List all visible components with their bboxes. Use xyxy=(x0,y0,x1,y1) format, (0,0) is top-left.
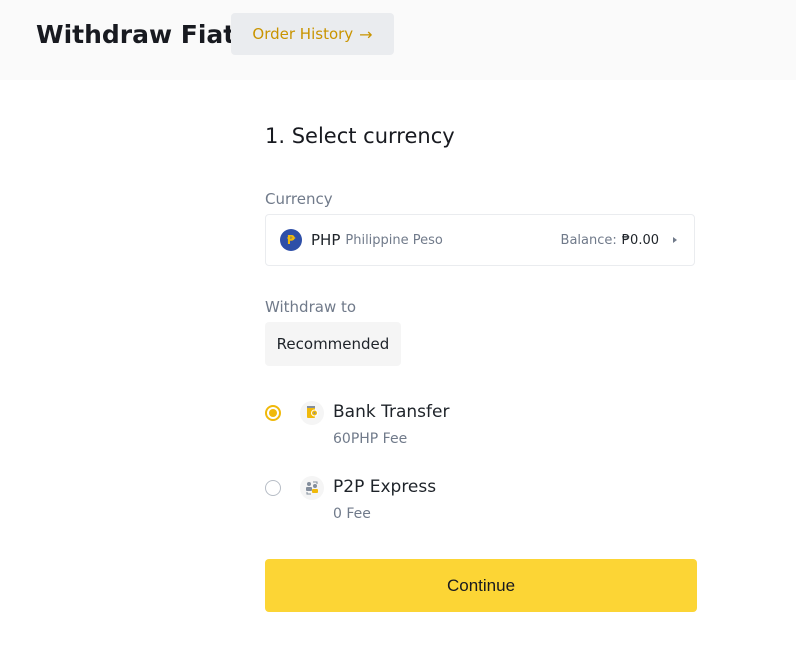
bank-card-icon xyxy=(300,401,324,425)
method-p2p-express[interactable]: P2P Express 0 Fee xyxy=(265,469,565,522)
method-bank-transfer[interactable]: Bank Transfer 60PHP Fee xyxy=(265,394,565,447)
header-bar: Withdraw Fiat Order History → xyxy=(0,0,796,80)
peso-coin-icon: ₱ xyxy=(280,229,302,251)
radio-bank-transfer[interactable] xyxy=(265,405,281,421)
continue-button[interactable]: Continue xyxy=(265,559,697,612)
method-fee: 60PHP Fee xyxy=(333,431,408,447)
method-title: Bank Transfer xyxy=(333,402,450,422)
order-history-button[interactable]: Order History → xyxy=(231,13,394,55)
method-fee: 0 Fee xyxy=(333,506,371,522)
step-title: 1. Select currency xyxy=(265,124,455,148)
currency-name: Philippine Peso xyxy=(345,232,443,248)
arrow-right-icon: → xyxy=(359,24,373,44)
method-title: P2P Express xyxy=(333,477,437,497)
withdraw-to-label: Withdraw to xyxy=(265,298,357,316)
caret-right-icon xyxy=(673,237,677,243)
currency-code: PHP xyxy=(311,231,341,249)
currency-label: Currency xyxy=(265,190,333,208)
order-history-label: Order History xyxy=(252,25,354,43)
radio-p2p-express[interactable] xyxy=(265,480,281,496)
p2p-users-icon xyxy=(300,476,324,500)
balance-value: ₱0.00 xyxy=(621,232,659,248)
balance-label: Balance: xyxy=(560,232,617,248)
page-title: Withdraw Fiat xyxy=(36,20,236,49)
tab-recommended[interactable]: Recommended xyxy=(265,322,401,366)
currency-select[interactable]: ₱ PHP Philippine Peso Balance: ₱0.00 xyxy=(265,214,695,266)
